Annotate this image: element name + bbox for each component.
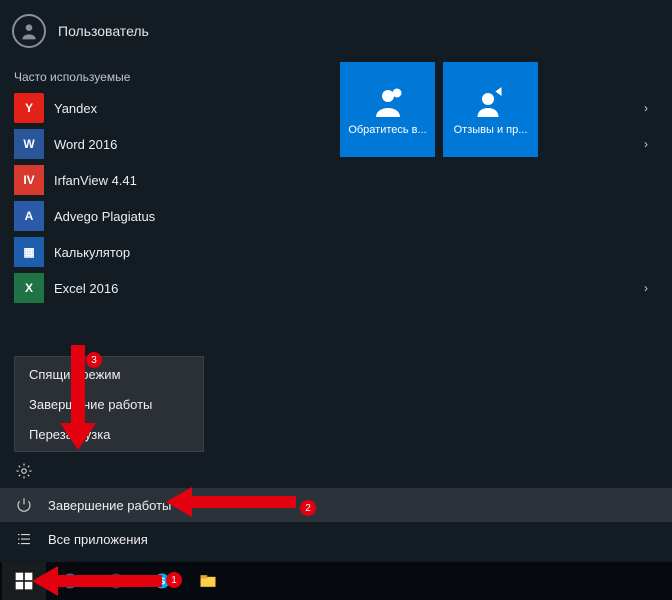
submenu-label: Перезагрузка	[29, 427, 110, 442]
app-label: Калькулятор	[54, 245, 658, 260]
chevron-right-icon: ›	[644, 281, 658, 295]
svg-text:S: S	[159, 576, 166, 587]
option-label: Завершение работы	[48, 498, 171, 513]
app-item-5[interactable]: X Excel 2016 ›	[6, 270, 666, 306]
start-menu: Пользователь Часто используемые YYandex›…	[0, 0, 672, 562]
taskbar-browser[interactable]	[48, 562, 92, 600]
app-item-0[interactable]: YYandex›	[6, 90, 666, 126]
app-label: Advego Plagiatus	[54, 209, 658, 224]
app-icon: ▦	[14, 237, 44, 267]
chevron-right-icon: ›	[644, 101, 658, 115]
submenu-restart[interactable]: Перезагрузка	[15, 419, 203, 449]
submenu-shutdown[interactable]: Завершение работы	[15, 389, 203, 419]
app-item-3[interactable]: A Advego Plagiatus	[6, 198, 666, 234]
power-option[interactable]: Завершение работы	[0, 488, 672, 522]
tile-label: Обратитесь в...	[340, 120, 435, 142]
power-icon	[14, 495, 34, 515]
app-item-4[interactable]: ▦ Калькулятор	[6, 234, 666, 270]
app-icon: IV	[14, 165, 44, 195]
user-name-label: Пользователь	[58, 23, 149, 39]
submenu-label: Завершение работы	[29, 397, 152, 412]
taskbar-skype[interactable]: S	[140, 562, 184, 600]
all-apps-option[interactable]: Все приложения	[0, 522, 672, 556]
power-submenu: Спящий режим Завершение работы Перезагру…	[14, 356, 204, 452]
tile-label: Отзывы и пр...	[443, 120, 538, 142]
app-list: YYandex›WWord 2016›IV IrfanView 4.41 A Adve…	[0, 90, 672, 306]
gear-icon	[14, 461, 34, 481]
option-label: Все приложения	[48, 532, 148, 547]
app-icon: W	[14, 129, 44, 159]
app-icon: A	[14, 201, 44, 231]
app-label: Excel 2016	[54, 281, 634, 296]
settings-option[interactable]	[0, 454, 672, 488]
app-item-2[interactable]: IV IrfanView 4.41	[6, 162, 666, 198]
app-label: IrfanView 4.41	[54, 173, 658, 188]
taskbar-file-explorer[interactable]	[186, 562, 230, 600]
tile-contact-support[interactable]: Обратитесь в...	[340, 62, 435, 157]
submenu-sleep[interactable]: Спящий режим	[15, 359, 203, 389]
app-icon: Y	[14, 93, 44, 123]
user-account-row[interactable]: Пользователь	[0, 0, 672, 62]
user-avatar-icon	[12, 14, 46, 48]
live-tiles-group: Обратитесь в... Отзывы и пр...	[340, 62, 538, 157]
taskbar: S	[0, 562, 672, 600]
list-icon	[14, 529, 34, 549]
submenu-label: Спящий режим	[29, 367, 121, 382]
most-used-heading: Часто используемые	[0, 62, 672, 90]
tile-feedback[interactable]: Отзывы и пр...	[443, 62, 538, 157]
app-item-1[interactable]: WWord 2016›	[6, 126, 666, 162]
app-icon: X	[14, 273, 44, 303]
taskbar-chrome[interactable]	[94, 562, 138, 600]
start-button[interactable]	[2, 562, 46, 600]
chevron-right-icon: ›	[644, 137, 658, 151]
